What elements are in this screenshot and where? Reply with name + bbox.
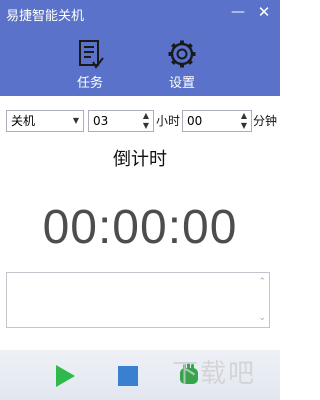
minutes-value: 00 [187, 114, 203, 128]
action-select-value: 关机 [11, 114, 36, 128]
tasks-button[interactable]: 任务 [60, 38, 120, 94]
action-select[interactable]: 关机 ▼ [6, 110, 84, 132]
hours-unit-label: 小时 [156, 114, 181, 128]
hours-value: 03 [93, 114, 109, 128]
gear-icon [168, 40, 196, 68]
tasks-label: 任务 [76, 76, 103, 91]
minutes-spinbox[interactable]: 00 ▲ ▼ [182, 110, 252, 132]
minutes-unit-label: 分钟 [253, 114, 278, 128]
window-title: 易捷智能关机 [6, 9, 85, 24]
spin-arrows-icon[interactable]: ▲ ▼ [238, 111, 250, 131]
spin-arrows-icon[interactable]: ▲ ▼ [140, 111, 152, 131]
play-icon[interactable] [56, 365, 75, 387]
stop-icon[interactable] [118, 366, 138, 386]
scroll-up-icon[interactable]: ⌃ [258, 277, 266, 287]
countdown-display: 00:00:00 [42, 201, 238, 254]
countdown-label: 倒计时 [113, 149, 167, 170]
scroll-down-icon[interactable]: ⌄ [258, 313, 266, 323]
scrollbar[interactable]: ⌃ ⌄ [255, 273, 269, 327]
watermark: 下载吧 [171, 359, 256, 389]
close-button[interactable]: ✕ [254, 3, 274, 21]
task-list-icon [79, 40, 104, 69]
chevron-down-icon: ▼ [72, 116, 79, 125]
settings-button[interactable]: 设置 [152, 38, 212, 94]
settings-label: 设置 [168, 76, 195, 91]
countdown-controls: 关机 ▼ 03 ▲ ▼ 小时 00 ▲ ▼ 分钟 [0, 108, 280, 136]
minimize-button[interactable]: — [228, 3, 248, 21]
log-textarea[interactable]: ⌃ ⌄ [6, 272, 270, 328]
hours-spinbox[interactable]: 03 ▲ ▼ [88, 110, 154, 132]
title-bar: 易捷智能关机 — ✕ 任务 设置 [0, 0, 280, 96]
